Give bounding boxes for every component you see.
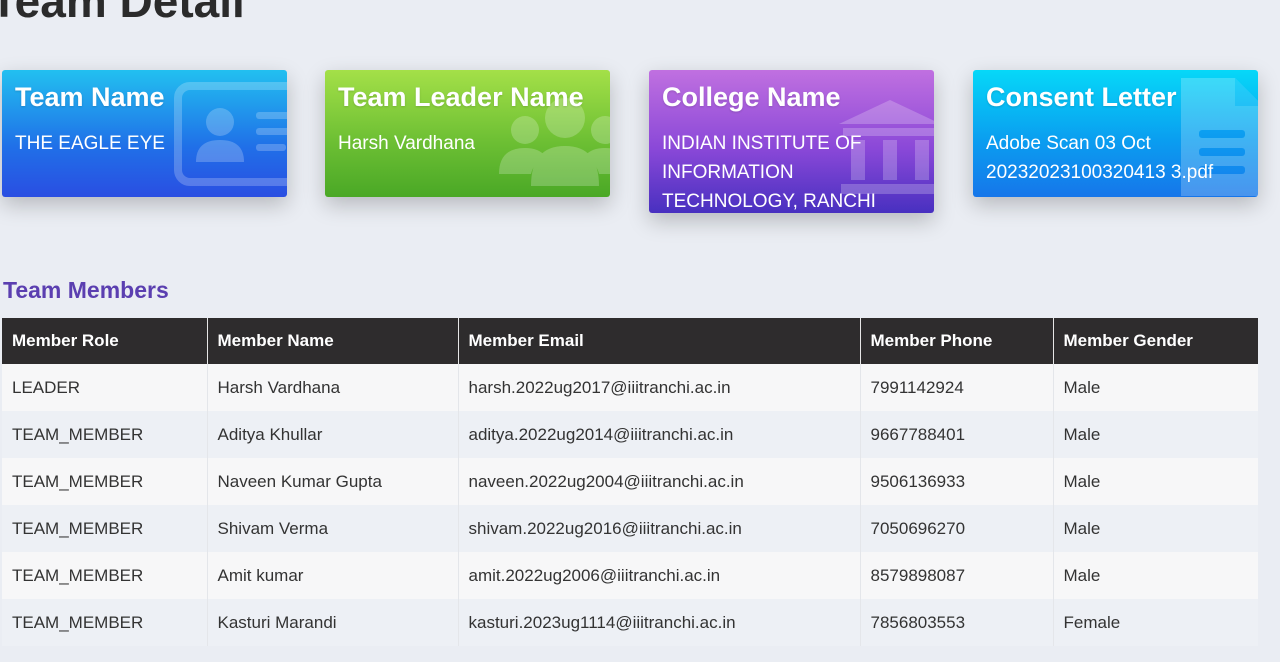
member-name-cell: Naveen Kumar Gupta: [207, 458, 459, 505]
member-role-cell: TEAM_MEMBER: [2, 458, 208, 505]
table-row: TEAM_MEMBER Aditya Khullar aditya.2022ug…: [2, 411, 1258, 458]
member-name-cell: Aditya Khullar: [207, 411, 459, 458]
team-name-value: THE EAGLE EYE: [15, 133, 165, 154]
column-header-phone: Member Phone: [860, 318, 1054, 364]
member-phone-cell: 7991142924: [860, 364, 1054, 411]
member-name-cell: Harsh Vardhana: [207, 364, 459, 411]
member-email-cell: aditya.2022ug2014@iiitranchi.ac.in: [458, 411, 861, 458]
consent-letter-filename[interactable]: Adobe Scan 03 Oct 20232023100320413 3.pd…: [986, 129, 1248, 187]
member-email-cell: harsh.2022ug2017@iiitranchi.ac.in: [458, 364, 861, 411]
table-row: TEAM_MEMBER Naveen Kumar Gupta naveen.20…: [2, 458, 1258, 505]
member-email-cell: amit.2022ug2006@iiitranchi.ac.in: [458, 552, 861, 599]
team-name-card-title: Team Name: [15, 82, 165, 112]
member-gender-cell: Female: [1053, 599, 1258, 646]
team-leader-value: Harsh Vardhana: [338, 133, 475, 154]
table-row: TEAM_MEMBER Kasturi Marandi kasturi.2023…: [2, 599, 1258, 646]
member-role-cell: TEAM_MEMBER: [2, 599, 208, 646]
team-members-table: Member Role Member Name Member Email Mem…: [2, 318, 1258, 646]
college-card: College Name INDIAN INSTITUTE OF INFORMA…: [649, 70, 934, 213]
member-role-cell: LEADER: [2, 364, 208, 411]
column-header-email: Member Email: [458, 318, 861, 364]
consent-letter-card: Consent Letter Adobe Scan 03 Oct 2023202…: [973, 70, 1258, 197]
team-name-card: Team Name THE EAGLE EYE: [2, 70, 287, 197]
team-leader-card-title: Team Leader Name: [338, 82, 584, 112]
member-phone-cell: 9667788401: [860, 411, 1054, 458]
member-phone-cell: 8579898087: [860, 552, 1054, 599]
member-email-cell: naveen.2022ug2004@iiitranchi.ac.in: [458, 458, 861, 505]
member-phone-cell: 7050696270: [860, 505, 1054, 552]
team-leader-card: Team Leader Name Harsh Vardhana: [325, 70, 610, 197]
page-title: Team Detail: [0, 0, 245, 27]
table-row: TEAM_MEMBER Shivam Verma shivam.2022ug20…: [2, 505, 1258, 552]
member-phone-cell: 9506136933: [860, 458, 1054, 505]
column-header-gender: Member Gender: [1053, 318, 1258, 364]
member-email-cell: shivam.2022ug2016@iiitranchi.ac.in: [458, 505, 861, 552]
member-role-cell: TEAM_MEMBER: [2, 505, 208, 552]
table-header-row: Member Role Member Name Member Email Mem…: [2, 318, 1258, 364]
member-gender-cell: Male: [1053, 364, 1258, 411]
consent-letter-card-title: Consent Letter: [986, 82, 1177, 112]
column-header-name: Member Name: [207, 318, 459, 364]
member-email-cell: kasturi.2023ug1114@iiitranchi.ac.in: [458, 599, 861, 646]
member-gender-cell: Male: [1053, 505, 1258, 552]
member-name-cell: Kasturi Marandi: [207, 599, 459, 646]
member-phone-cell: 7856803553: [860, 599, 1054, 646]
member-gender-cell: Male: [1053, 458, 1258, 505]
member-gender-cell: Male: [1053, 411, 1258, 458]
table-row: TEAM_MEMBER Amit kumar amit.2022ug2006@i…: [2, 552, 1258, 599]
college-card-title: College Name: [662, 82, 841, 112]
member-name-cell: Amit kumar: [207, 552, 459, 599]
member-role-cell: TEAM_MEMBER: [2, 411, 208, 458]
member-gender-cell: Male: [1053, 552, 1258, 599]
table-row: LEADER Harsh Vardhana harsh.2022ug2017@i…: [2, 364, 1258, 411]
college-value: INDIAN INSTITUTE OF INFORMATION TECHNOLO…: [662, 133, 876, 212]
member-name-cell: Shivam Verma: [207, 505, 459, 552]
member-role-cell: TEAM_MEMBER: [2, 552, 208, 599]
column-header-role: Member Role: [2, 318, 208, 364]
team-members-heading: Team Members: [3, 277, 169, 303]
